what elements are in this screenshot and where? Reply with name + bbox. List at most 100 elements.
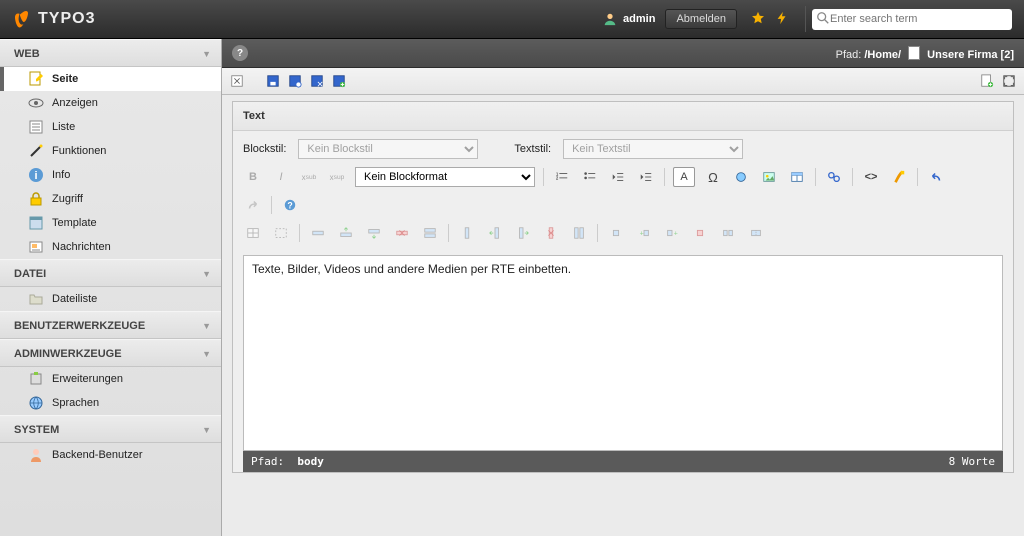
- sidebar-item-sprachen[interactable]: Sprachen: [0, 391, 221, 415]
- topbar-shortcut-icons: [751, 11, 789, 28]
- sidebar-item-template[interactable]: Template: [0, 211, 221, 235]
- image-button[interactable]: [759, 167, 779, 187]
- blockstyle-select[interactable]: Kein Blockstil: [298, 139, 478, 159]
- cell-split-button[interactable]: [718, 223, 738, 243]
- redo-button[interactable]: [243, 195, 263, 215]
- indent-button[interactable]: [636, 167, 656, 187]
- italic-button[interactable]: I: [271, 167, 291, 187]
- doc-header: ? Pfad: /Home/ Unsere Firma [2]: [222, 39, 1024, 68]
- statusbar-wordcount: 8 Worte: [949, 455, 995, 468]
- save-view-button[interactable]: [286, 72, 304, 90]
- table-props-button[interactable]: [243, 223, 263, 243]
- svg-text:2: 2: [556, 176, 559, 181]
- folder-icon: [28, 291, 44, 307]
- sidebar-item-funktionen[interactable]: Funktionen: [0, 139, 221, 163]
- fullscreen-button[interactable]: [1000, 72, 1018, 90]
- breadcrumb-page[interactable]: Unsere Firma: [927, 49, 997, 61]
- search-box[interactable]: [812, 9, 1012, 30]
- blockformat-select[interactable]: Kein Blockformat: [355, 167, 535, 187]
- superscript-button[interactable]: xsup: [327, 167, 347, 187]
- close-button[interactable]: [228, 72, 246, 90]
- sidebar-item-liste[interactable]: Liste: [0, 115, 221, 139]
- clear-cache-bolt-icon[interactable]: [775, 11, 789, 28]
- col-split-button[interactable]: [569, 223, 589, 243]
- sidebar-section-title: WEB: [14, 48, 40, 60]
- rte-panel: Text Blockstil: Kein Blockstil Textstil:…: [232, 101, 1014, 473]
- text-color-button[interactable]: A: [673, 167, 695, 187]
- col-delete-button[interactable]: [541, 223, 561, 243]
- cell-merge-button[interactable]: [746, 223, 766, 243]
- template-icon: [28, 215, 44, 231]
- find-replace-button[interactable]: [824, 167, 844, 187]
- sidebar-item-dateiliste[interactable]: Dateiliste: [0, 287, 221, 311]
- statusbar-path-label: Pfad:: [251, 455, 284, 468]
- table-button[interactable]: [787, 167, 807, 187]
- search-input[interactable]: [830, 13, 1008, 25]
- about-button[interactable]: ?: [280, 195, 300, 215]
- chevron-down-icon: ▼: [202, 269, 211, 279]
- sidebar-section-adminwerkzeuge[interactable]: ADMINWERKZEUGE ▼: [0, 339, 221, 367]
- chevron-down-icon: ▼: [202, 349, 211, 359]
- subscript-button[interactable]: xsub: [299, 167, 319, 187]
- toggle-borders-button[interactable]: [271, 223, 291, 243]
- typo3-logo-icon: [12, 9, 32, 29]
- action-bar: [222, 68, 1024, 95]
- bookmark-star-icon[interactable]: [751, 11, 765, 28]
- sidebar-item-seite[interactable]: Seite: [0, 67, 221, 91]
- textstyle-select[interactable]: Kein Textstil: [563, 139, 743, 159]
- unordered-list-button[interactable]: [580, 167, 600, 187]
- breadcrumb-home[interactable]: /Home/: [864, 49, 901, 61]
- sidebar-item-label: Template: [52, 217, 97, 229]
- row-props-button[interactable]: [308, 223, 328, 243]
- col-insert-before-button[interactable]: [485, 223, 505, 243]
- row-insert-below-button[interactable]: [364, 223, 384, 243]
- breadcrumb-label: Pfad:: [836, 49, 862, 61]
- sidebar-item-info[interactable]: i Info: [0, 163, 221, 187]
- user-info[interactable]: admin: [603, 12, 655, 26]
- col-props-button[interactable]: [457, 223, 477, 243]
- sidebar-item-erweiterungen[interactable]: Erweiterungen: [0, 367, 221, 391]
- textstyle-label: Textstil:: [514, 143, 551, 155]
- cell-delete-button[interactable]: [690, 223, 710, 243]
- toolbar-separator: [852, 168, 853, 186]
- save-button[interactable]: [264, 72, 282, 90]
- row-split-button[interactable]: [420, 223, 440, 243]
- row-delete-button[interactable]: [392, 223, 412, 243]
- outdent-button[interactable]: [608, 167, 628, 187]
- toolbar-separator: [299, 224, 300, 242]
- special-char-button[interactable]: Ω: [703, 167, 723, 187]
- sidebar-section-web[interactable]: WEB ▼: [0, 39, 221, 67]
- sidebar-item-label: Info: [52, 169, 70, 181]
- undo-button[interactable]: [926, 167, 946, 187]
- statusbar-path-value[interactable]: body: [297, 455, 324, 468]
- rte-editor[interactable]: Texte, Bilder, Videos und andere Medien …: [243, 255, 1003, 451]
- row-insert-above-button[interactable]: [336, 223, 356, 243]
- save-new-button[interactable]: [330, 72, 348, 90]
- sidebar-item-zugriff[interactable]: Zugriff: [0, 187, 221, 211]
- chevron-down-icon: ▼: [202, 425, 211, 435]
- sidebar-item-label: Erweiterungen: [52, 373, 123, 385]
- user-name: admin: [623, 13, 655, 25]
- bold-button[interactable]: B: [243, 167, 263, 187]
- sidebar-section-datei[interactable]: DATEI ▼: [0, 259, 221, 287]
- cell-props-button[interactable]: [606, 223, 626, 243]
- logout-button[interactable]: Abmelden: [665, 9, 737, 29]
- sidebar-item-label: Anzeigen: [52, 97, 98, 109]
- cell-insert-before-button[interactable]: +: [634, 223, 654, 243]
- sidebar-item-nachrichten[interactable]: Nachrichten: [0, 235, 221, 259]
- sidebar-item-anzeigen[interactable]: Anzeigen: [0, 91, 221, 115]
- new-record-button[interactable]: [978, 72, 996, 90]
- save-close-button[interactable]: [308, 72, 326, 90]
- col-insert-after-button[interactable]: [513, 223, 533, 243]
- search-icon: [816, 11, 830, 28]
- brand-logo: TYPO3: [12, 9, 95, 29]
- link-button[interactable]: [731, 167, 751, 187]
- cell-insert-after-button[interactable]: +: [662, 223, 682, 243]
- ordered-list-button[interactable]: 12: [552, 167, 572, 187]
- html-source-button[interactable]: <>: [861, 167, 881, 187]
- sidebar-section-system[interactable]: SYSTEM ▼: [0, 415, 221, 443]
- help-icon[interactable]: ?: [232, 45, 248, 61]
- remove-format-button[interactable]: [889, 167, 909, 187]
- sidebar-section-benutzerwerkzeuge[interactable]: BENUTZERWERKZEUGE ▼: [0, 311, 221, 339]
- sidebar-item-backend-benutzer[interactable]: Backend-Benutzer: [0, 443, 221, 467]
